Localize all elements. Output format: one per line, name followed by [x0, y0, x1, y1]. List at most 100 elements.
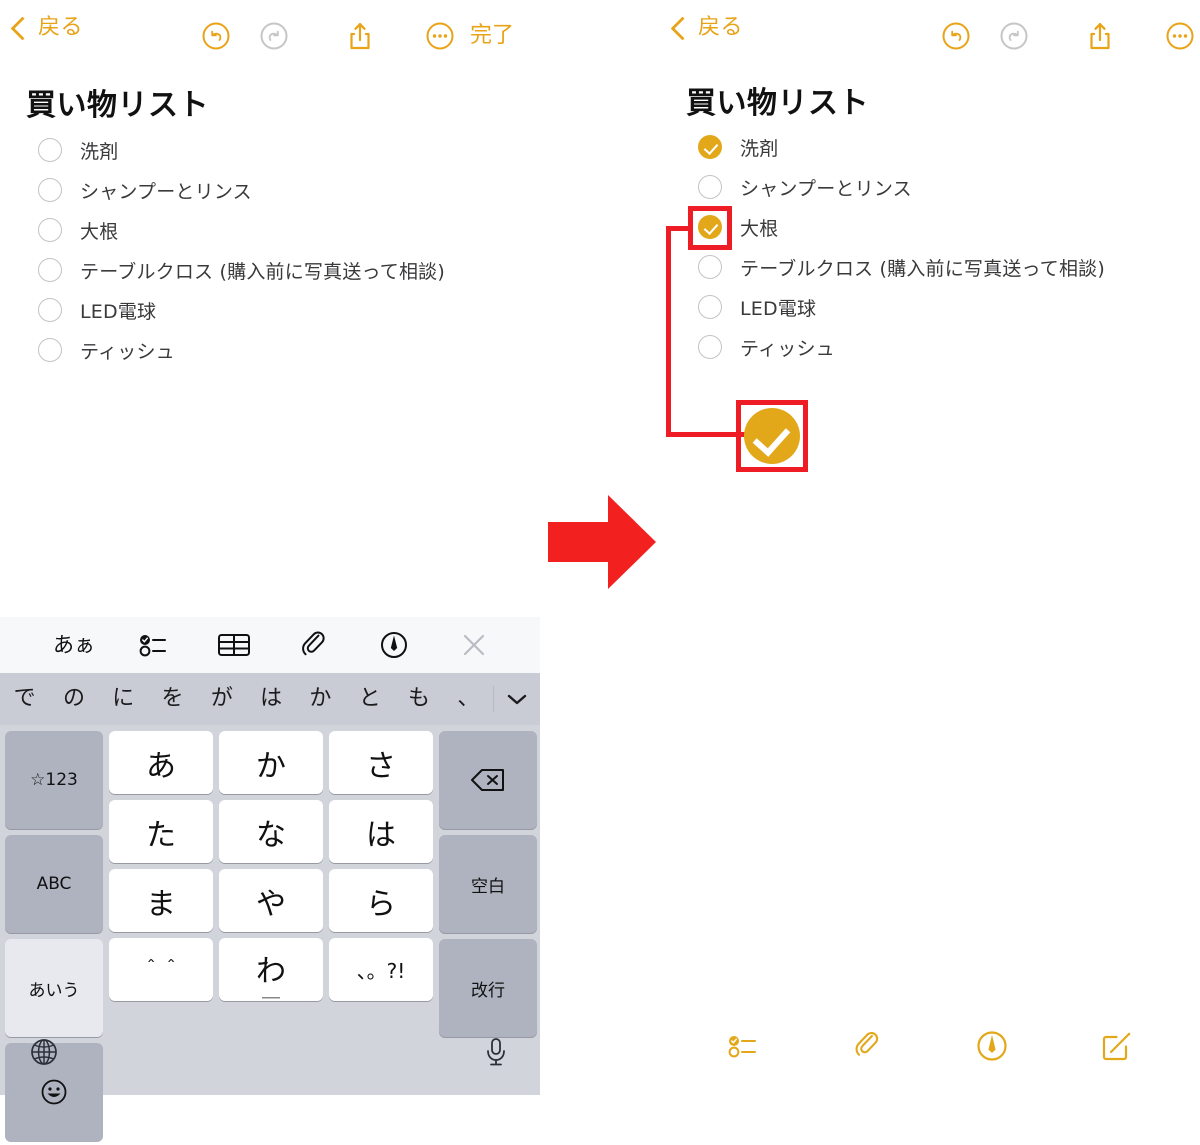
- suggestion-item[interactable]: に: [99, 688, 148, 710]
- list-item-label: テーブルクロス (購入前に写真送って相談): [740, 257, 1105, 280]
- delete-icon: [471, 769, 504, 791]
- done-button[interactable]: 完了: [470, 25, 514, 47]
- checkbox-checked-icon[interactable]: [698, 135, 722, 159]
- suggestion-item[interactable]: は: [246, 688, 295, 710]
- suggestion-item[interactable]: 、: [444, 688, 493, 710]
- attachment-icon[interactable]: [291, 623, 337, 667]
- globe-icon[interactable]: [22, 1030, 66, 1074]
- right-nav-icon-group: [936, 16, 1200, 56]
- key-delete[interactable]: [439, 731, 537, 829]
- suggestion-item[interactable]: を: [148, 688, 197, 710]
- back-button[interactable]: 戻る: [10, 15, 84, 41]
- attachment-icon[interactable]: [845, 1023, 891, 1069]
- checkbox-unchecked-icon[interactable]: [698, 175, 722, 199]
- checkbox-unchecked-icon[interactable]: [38, 218, 62, 242]
- mic-icon[interactable]: [474, 1030, 518, 1074]
- list-item[interactable]: LED電球: [0, 290, 540, 330]
- list-item[interactable]: ティッシュ: [660, 327, 1200, 367]
- list-item[interactable]: ティッシュ: [0, 330, 540, 370]
- compose-icon[interactable]: [1093, 1023, 1139, 1069]
- left-nav-icon-group: 完了: [196, 16, 514, 56]
- key-sa[interactable]: さ: [329, 731, 433, 794]
- software-keyboard: あぁ で の に を が は か と も 、 ☆123 ABC あいう あ か …: [0, 617, 540, 1141]
- key-ta[interactable]: た: [109, 800, 213, 863]
- list-item-label: テーブルクロス (購入前に写真送って相談): [80, 260, 445, 283]
- key-abc[interactable]: ABC: [5, 835, 103, 933]
- left-checklist: 洗剤 シャンプーとリンス 大根 テーブルクロス (購入前に写真送って相談) LE…: [0, 130, 540, 370]
- callout-highlight-box-small: [688, 206, 732, 250]
- chevron-left-icon: [10, 15, 35, 41]
- list-item[interactable]: 大根: [0, 210, 540, 250]
- list-item-label: 大根: [80, 220, 119, 243]
- chevron-down-icon[interactable]: [494, 691, 540, 707]
- markup-icon[interactable]: [371, 623, 417, 667]
- checkbox-unchecked-icon[interactable]: [38, 338, 62, 362]
- list-item[interactable]: 大根: [660, 207, 1200, 247]
- back-button[interactable]: 戻る: [670, 15, 743, 41]
- close-icon[interactable]: [451, 623, 497, 667]
- key-space[interactable]: 空白: [439, 835, 537, 933]
- undo-icon[interactable]: [936, 16, 976, 56]
- list-item-label: LED電球: [740, 297, 817, 320]
- key-ka[interactable]: か: [219, 731, 323, 794]
- chevron-left-icon: [670, 15, 695, 41]
- right-navbar: 戻る: [660, 0, 1200, 68]
- text-style-button[interactable]: あぁ: [51, 623, 97, 667]
- key-ra[interactable]: ら: [329, 869, 433, 932]
- share-icon[interactable]: [340, 16, 380, 56]
- checkbox-unchecked-icon[interactable]: [38, 178, 62, 202]
- list-item[interactable]: シャンプーとリンス: [660, 167, 1200, 207]
- key-kaomoji[interactable]: ＾＾: [109, 938, 213, 1001]
- list-item-label: LED電球: [80, 300, 157, 323]
- checklist-icon[interactable]: [131, 623, 177, 667]
- table-icon[interactable]: [211, 623, 257, 667]
- list-item-label: 洗剤: [740, 137, 779, 160]
- list-item[interactable]: 洗剤: [0, 130, 540, 170]
- suggestion-item[interactable]: と: [345, 688, 394, 710]
- list-item-label: ティッシュ: [80, 340, 175, 363]
- redo-icon[interactable]: [994, 16, 1034, 56]
- checklist-icon[interactable]: [721, 1023, 767, 1069]
- markup-icon[interactable]: [969, 1023, 1015, 1069]
- key-numbers[interactable]: ☆123: [5, 731, 103, 829]
- list-item[interactable]: テーブルクロス (購入前に写真送って相談): [660, 247, 1200, 287]
- key-punctuation[interactable]: 、。?!: [329, 938, 433, 1001]
- list-item-label: シャンプーとリンス: [80, 180, 252, 203]
- checkbox-unchecked-icon[interactable]: [38, 138, 62, 162]
- suggestion-item[interactable]: も: [394, 688, 443, 710]
- key-ya[interactable]: や: [219, 869, 323, 932]
- list-item[interactable]: LED電球: [660, 287, 1200, 327]
- list-item-label: シャンプーとリンス: [740, 177, 912, 200]
- right-checklist: 洗剤 シャンプーとリンス 大根 テーブルクロス (購入前に写真送って相談) LE…: [660, 127, 1200, 367]
- callout-connector-vertical: [666, 226, 671, 437]
- list-item[interactable]: 洗剤: [660, 127, 1200, 167]
- redo-icon[interactable]: [254, 16, 294, 56]
- checkbox-unchecked-icon[interactable]: [698, 255, 722, 279]
- checkbox-unchecked-icon[interactable]: [698, 295, 722, 319]
- list-item[interactable]: シャンプーとリンス: [0, 170, 540, 210]
- suggestion-item[interactable]: が: [197, 688, 246, 710]
- note-title: 買い物リスト: [686, 86, 869, 121]
- undo-icon[interactable]: [196, 16, 236, 56]
- more-icon[interactable]: [420, 16, 460, 56]
- share-icon[interactable]: [1080, 16, 1120, 56]
- suggestion-item[interactable]: で: [0, 688, 49, 710]
- key-na[interactable]: な: [219, 800, 323, 863]
- list-item[interactable]: テーブルクロス (購入前に写真送って相談): [0, 250, 540, 290]
- key-ma[interactable]: ま: [109, 869, 213, 932]
- key-ha[interactable]: は: [329, 800, 433, 863]
- enlarged-checked-icon: [744, 408, 800, 464]
- left-screen: 戻る 完了 買い物リスト 洗剤 シャンプーとリンス 大根 テーブルクロス (購入…: [0, 0, 540, 1141]
- keyboard-bottom-bar: [0, 1021, 540, 1095]
- notes-bottom-toolbar: [660, 1017, 1200, 1075]
- key-a[interactable]: あ: [109, 731, 213, 794]
- transition-arrow-icon: [548, 492, 658, 592]
- suggestion-item[interactable]: の: [49, 688, 98, 710]
- suggestion-item[interactable]: か: [296, 688, 345, 710]
- checkbox-unchecked-icon[interactable]: [38, 258, 62, 282]
- more-icon[interactable]: [1160, 16, 1200, 56]
- key-wa[interactable]: わ ＿: [219, 938, 323, 1001]
- checkbox-unchecked-icon[interactable]: [38, 298, 62, 322]
- checkbox-unchecked-icon[interactable]: [698, 335, 722, 359]
- back-label: 戻る: [38, 15, 84, 40]
